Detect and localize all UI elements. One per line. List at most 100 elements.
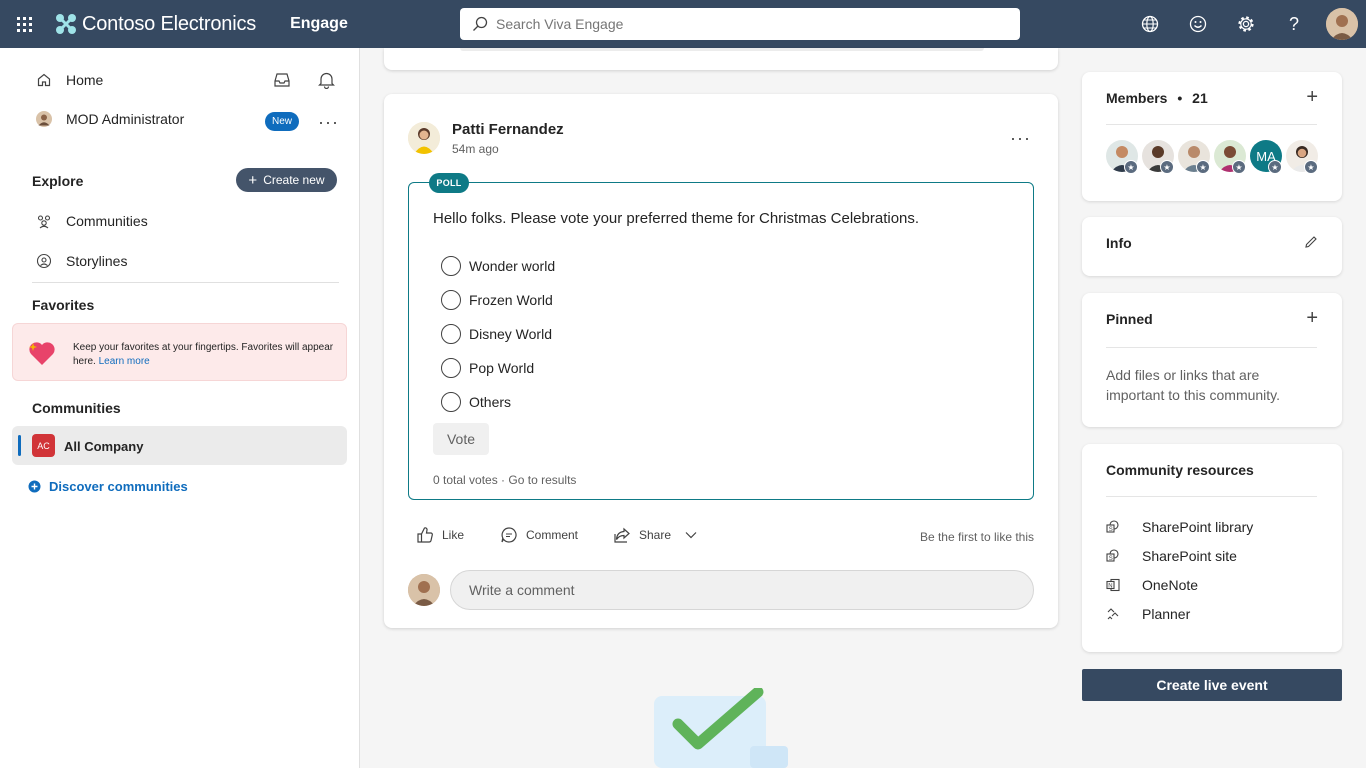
comment-input[interactable]: Write a comment — [450, 570, 1034, 610]
add-circle-icon — [28, 480, 41, 493]
poll-option[interactable]: Frozen World — [441, 290, 553, 310]
star-icon: ★ — [1268, 160, 1282, 174]
bell-icon[interactable] — [318, 71, 335, 89]
plus-icon: + — [248, 171, 258, 189]
previous-post-input — [460, 48, 984, 51]
members-count: 21 — [1192, 90, 1208, 106]
search-input[interactable] — [496, 16, 996, 32]
communities-icon — [37, 215, 51, 229]
nav-user[interactable]: MOD Administrator — [36, 111, 184, 127]
svg-text:S: S — [1109, 556, 1113, 562]
selected-indicator — [18, 435, 21, 456]
add-pinned-icon[interactable]: + — [1306, 307, 1318, 330]
resources-title: Community resources — [1106, 462, 1254, 478]
nav-home[interactable]: Home — [36, 72, 103, 88]
total-votes: 0 total votes — [433, 473, 498, 487]
star-icon: ★ — [1196, 160, 1210, 174]
poll-option-label: Disney World — [469, 326, 552, 342]
radio-icon — [441, 324, 461, 344]
brand[interactable]: Contoso Electronics — [54, 12, 256, 36]
pinned-empty-text: Add files or links that are important to… — [1106, 367, 1281, 403]
language-button[interactable] — [1126, 0, 1174, 48]
vote-button[interactable]: Vote — [433, 423, 489, 455]
inbox-icon[interactable] — [273, 71, 291, 89]
poll-post: Patti Fernandez 54m ago ··· POLL Hello f… — [384, 94, 1058, 628]
resource-label: SharePoint library — [1142, 519, 1254, 535]
app-launcher-button[interactable] — [0, 0, 48, 48]
more-options-icon[interactable]: ··· — [318, 112, 339, 133]
share-label: Share — [639, 528, 672, 542]
info-title: Info — [1106, 235, 1132, 251]
share-button[interactable]: Share — [613, 526, 697, 544]
smiley-icon — [1189, 15, 1207, 33]
poll-option[interactable]: Wonder world — [441, 256, 555, 276]
help-button[interactable]: ? — [1270, 0, 1318, 48]
learn-more-link[interactable]: Learn more — [99, 356, 150, 367]
resource-label: Planner — [1142, 606, 1191, 622]
poll-option[interactable]: Others — [441, 392, 511, 412]
nav-storylines[interactable]: Storylines — [36, 253, 127, 269]
svg-text:S: S — [1109, 527, 1113, 533]
profile-avatar[interactable] — [1326, 8, 1358, 40]
search-box[interactable] — [460, 8, 1020, 40]
create-new-label: Create new — [263, 173, 325, 187]
planner-icon — [1107, 608, 1119, 620]
resource-planner[interactable]: Planner — [1106, 606, 1190, 622]
add-member-icon[interactable]: + — [1306, 86, 1318, 109]
like-prompt: Be the first to like this — [919, 530, 1034, 544]
author-name[interactable]: Patti Fernandez — [452, 121, 564, 138]
favorites-tip-text: Keep your favorites at your fingertips. … — [73, 341, 338, 369]
left-navigation: Home MOD Administrator New ··· Explore +… — [0, 48, 360, 768]
poll-tag: POLL — [429, 173, 469, 193]
members-title[interactable]: Members • 21 — [1106, 90, 1208, 106]
poll-option[interactable]: Disney World — [441, 324, 552, 344]
top-bar: Contoso Electronics Engage Search Viva E… — [0, 0, 1366, 48]
favorites-title: Favorites — [32, 297, 95, 313]
poll-footer: 0 total votes · Go to results — [433, 473, 576, 487]
app-name[interactable]: Engage — [290, 15, 348, 33]
info-card: Info — [1082, 217, 1342, 276]
thumbs-up-icon — [417, 527, 433, 543]
community-all-company[interactable]: AC All Company — [12, 426, 347, 465]
poll-option-label: Wonder world — [469, 258, 556, 274]
create-live-event-button[interactable]: Create live event — [1082, 669, 1342, 701]
discover-communities-link[interactable]: Discover communities — [28, 479, 188, 494]
feedback-button[interactable] — [1174, 0, 1222, 48]
nav-communities-label: Communities — [66, 213, 148, 229]
explore-title: Explore — [32, 173, 84, 189]
members-card: Members • 21 + ★ ★ ★ ★ MA ★ ★ — [1082, 72, 1342, 201]
resource-sharepoint-library[interactable]: S SharePoint library — [1106, 519, 1253, 535]
pinned-title: Pinned — [1106, 311, 1153, 327]
sharepoint-icon: S — [1106, 549, 1119, 562]
like-button[interactable]: Like — [416, 526, 464, 544]
storylines-icon — [36, 253, 52, 269]
discover-communities-label: Discover communities — [49, 479, 188, 494]
divider — [1106, 496, 1317, 497]
poll-container: POLL Hello folks. Please vote your prefe… — [408, 173, 1034, 500]
post-more-options-icon[interactable]: ··· — [1010, 128, 1031, 149]
nav-storylines-label: Storylines — [66, 253, 128, 269]
resource-onenote[interactable]: N OneNote — [1106, 577, 1198, 593]
author-avatar[interactable] — [408, 122, 440, 154]
star-icon: ★ — [1124, 160, 1138, 174]
resource-label: SharePoint site — [1142, 548, 1237, 564]
heart-icon — [29, 342, 55, 365]
go-to-results-link[interactable]: Go to results — [508, 473, 576, 487]
commenter-avatar — [408, 574, 440, 606]
create-new-button[interactable]: + Create new — [236, 168, 337, 192]
nav-communities[interactable]: Communities — [36, 213, 148, 229]
poll-option[interactable]: Pop World — [441, 358, 534, 378]
footer-separator: · — [497, 473, 509, 487]
radio-icon — [441, 392, 461, 412]
new-badge: New — [265, 112, 299, 131]
globe-icon — [1141, 15, 1159, 33]
resource-sharepoint-site[interactable]: S SharePoint site — [1106, 548, 1237, 564]
divider — [32, 282, 339, 283]
gear-icon — [1238, 16, 1254, 32]
nav-user-label: MOD Administrator — [66, 111, 185, 127]
brand-name: Contoso Electronics — [82, 12, 257, 35]
search-icon — [473, 16, 488, 31]
settings-button[interactable] — [1222, 0, 1270, 48]
comment-button[interactable]: Comment — [500, 526, 578, 544]
edit-icon[interactable] — [1304, 235, 1318, 249]
